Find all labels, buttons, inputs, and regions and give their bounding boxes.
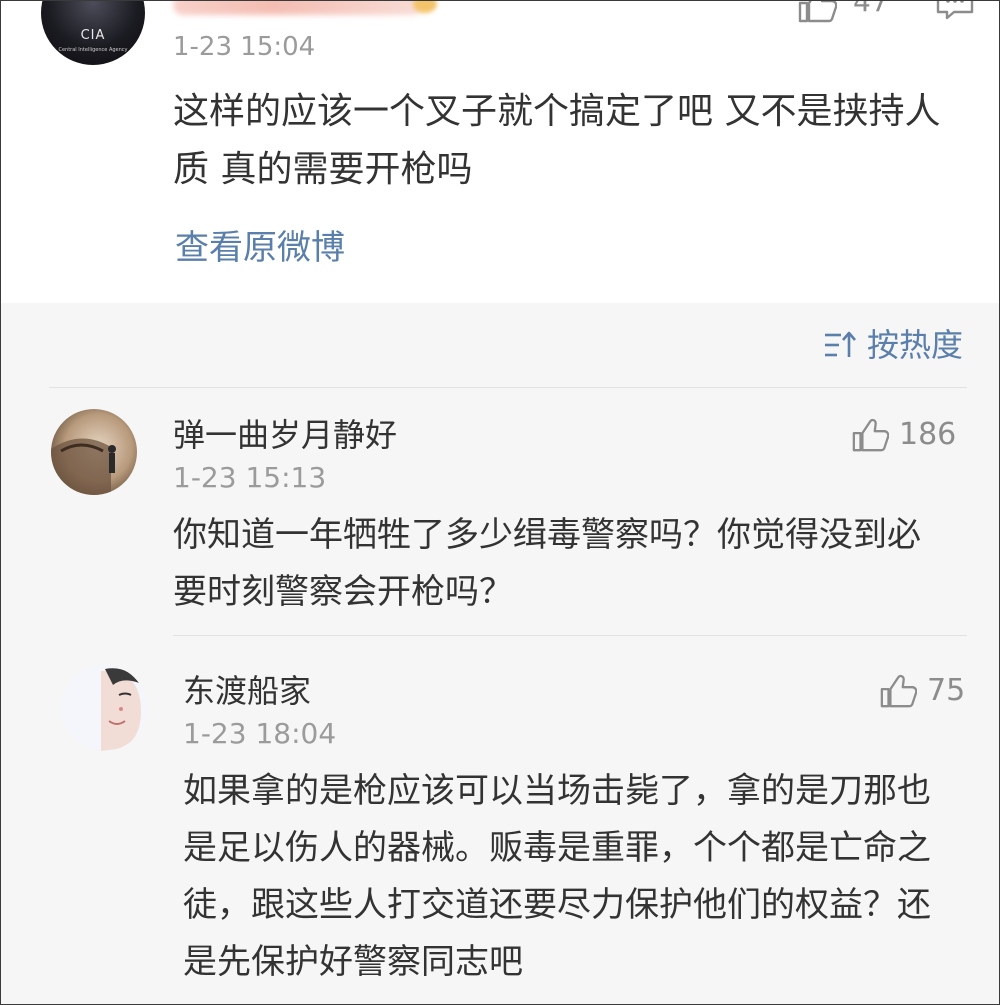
post-author-badge-redacted (413, 1, 437, 13)
comment-body-text: 你知道一年牺牲了多少缉毒警察吗？你觉得没到必要时刻警察会开枪吗？ (173, 515, 921, 612)
post-author-avatar[interactable]: CIA Central Intelligence Agency (41, 1, 145, 65)
post-author-name-redacted (173, 1, 423, 15)
avatar-image (51, 409, 137, 495)
screenshot-frame: CIA Central Intelligence Agency 47 1-23 … (0, 0, 1000, 1005)
sort-icon (825, 331, 856, 357)
commenter-name[interactable]: 弹一曲岁月静好 (173, 415, 397, 455)
avatar-image (61, 665, 147, 751)
comment-timestamp: 1-23 18:04 (183, 717, 337, 750)
comment-like-count: 186 (899, 417, 957, 452)
divider (49, 387, 967, 388)
comment-like-button[interactable]: 75 (879, 673, 965, 709)
post-timestamp: 1-23 15:04 (173, 32, 316, 62)
original-post-card: CIA Central Intelligence Agency 47 1-23 … (1, 1, 999, 303)
sort-by-hot-button[interactable]: 按热度 (823, 323, 963, 367)
comment-body-text: 如果拿的是枪应该可以当场击毙了，拿的是刀那也是足以伤人的器械。贩毒是重罪，个个都… (183, 771, 931, 982)
thumbs-up-icon (852, 418, 889, 452)
comment-icon[interactable] (935, 0, 975, 21)
comment-timestamp: 1-23 15:13 (173, 461, 327, 494)
view-original-weibo-link[interactable]: 查看原微博 (175, 223, 345, 273)
avatar-logo-text: CIA (80, 28, 106, 43)
sort-label: 按热度 (867, 326, 964, 364)
comment-like-button[interactable]: 186 (851, 417, 956, 453)
divider (173, 635, 967, 636)
post-body-text: 这样的应该一个叉子就个搞定了吧 又不是挟持人质 真的需要开枪吗 (173, 91, 941, 190)
avatar-logo-subtext: Central Intelligence Agency (58, 47, 128, 53)
commenter-name[interactable]: 东渡船家 (183, 671, 311, 711)
thumbs-up-icon (880, 674, 917, 708)
commenter-avatar[interactable] (61, 665, 147, 751)
comment-like-count: 75 (927, 673, 966, 708)
commenter-avatar[interactable] (51, 409, 137, 495)
post-like-count: 47 (853, 0, 889, 18)
thumbs-up-icon[interactable] (797, 0, 837, 23)
